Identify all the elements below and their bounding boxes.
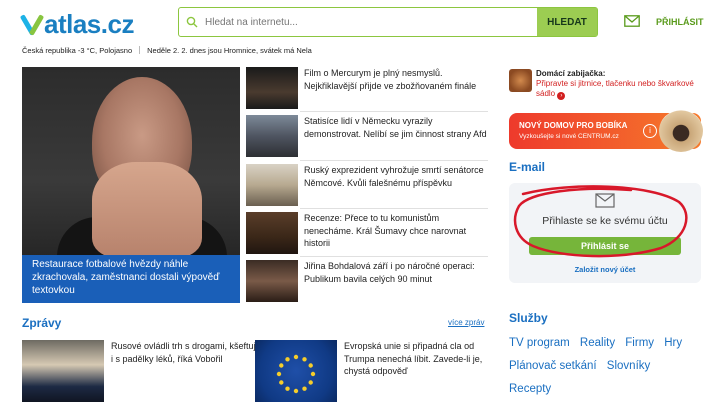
service-link-tv-program[interactable]: TV program <box>509 337 570 349</box>
feature-article[interactable]: Restaurace fotbalové hvězdy náhle zkrach… <box>22 67 240 303</box>
news-headline[interactable]: Rusové ovládli trh s drogami, kšeftují i… <box>111 340 261 402</box>
atlas-logo[interactable]: atlas.cz <box>19 9 134 39</box>
feature-photo <box>22 67 240 277</box>
news-item[interactable]: Ruský exprezident vyhrožuje smrtí senáto… <box>246 164 488 210</box>
info-bar: Česká republika -3 °C, Polojasno Neděle 2… <box>22 46 312 55</box>
news-headline[interactable]: Recenze: Přece to tu komunistům nenechám… <box>304 212 488 258</box>
zpravy-title[interactable]: Zprávy <box>22 316 61 330</box>
service-link-recepty[interactable]: Recepty <box>509 383 551 395</box>
arrow-icon: › <box>557 92 566 100</box>
news-thumbnail <box>246 260 298 302</box>
news-headline[interactable]: Jiřina Bohdalová září i po náročné opera… <box>304 260 488 306</box>
logo-mark-icon <box>19 12 45 36</box>
search-bar: HLEDAT <box>178 7 598 37</box>
mail-icon[interactable] <box>624 14 640 32</box>
zpravy-item[interactable]: Evropská unie si připadná cla od Trumpa … <box>255 340 494 402</box>
news-thumbnail <box>246 164 298 206</box>
promo-title: Domácí zabijačka: <box>536 69 606 78</box>
feature-caption[interactable]: Restaurace fotbalové hvězdy náhle zkrach… <box>22 255 240 303</box>
logo-text: atlas.cz <box>44 9 134 39</box>
red-scribble-annotation <box>513 185 688 258</box>
login-link[interactable]: PŘIHLÁSIT <box>656 17 704 27</box>
service-link-firmy[interactable]: Firmy <box>625 337 654 349</box>
create-account-link[interactable]: Založit nový účet <box>509 265 701 274</box>
sluzby-links: TV program Reality Firmy Hry Plánovač se… <box>509 332 709 401</box>
info-icon[interactable]: i <box>643 124 657 138</box>
news-headline[interactable]: Ruský exprezident vyhrožuje smrtí senáto… <box>304 164 488 210</box>
search-input[interactable] <box>205 8 537 36</box>
search-icon <box>179 8 205 36</box>
zpravy-item[interactable]: Rusové ovládli trh s drogami, kšeftují i… <box>22 340 261 402</box>
news-item[interactable]: Statisíce lidí v Německu vyrazily demons… <box>246 115 488 161</box>
news-item[interactable]: Recenze: Přece to tu komunistům nenechám… <box>246 212 488 258</box>
news-thumbnail <box>246 115 298 157</box>
bobik-banner[interactable]: NOVÝ DOMOV PRO BOBÍKA Vyzkoušejte si nov… <box>509 110 703 152</box>
more-news-link[interactable]: více zpráv <box>448 318 484 327</box>
news-thumbnail <box>246 67 298 109</box>
news-thumbnail <box>246 212 298 254</box>
nameday-text: Neděle 2. 2. dnes jsou Hromnice, svátek … <box>147 46 312 55</box>
news-thumbnail <box>22 340 104 402</box>
eu-flag-thumbnail <box>255 340 337 402</box>
service-link-reality[interactable]: Reality <box>580 337 615 349</box>
search-button[interactable]: HLEDAT <box>537 8 597 36</box>
news-item[interactable]: Film o Mercurym je plný nesmyslů. Nejkři… <box>246 67 488 113</box>
service-link-planovac[interactable]: Plánovač setkání <box>509 360 597 372</box>
news-headline[interactable]: Film o Mercurym je plný nesmyslů. Nejkři… <box>304 67 488 113</box>
promo-thumbnail <box>509 69 532 92</box>
dog-photo <box>659 110 703 152</box>
weather-text[interactable]: Česká republika -3 °C, Polojasno <box>22 46 132 55</box>
news-headline[interactable]: Statisíce lidí v Německu vyrazily demons… <box>304 115 488 161</box>
email-section-title[interactable]: E-mail <box>509 160 545 174</box>
news-item[interactable]: Jiřina Bohdalová září i po náročné opera… <box>246 260 488 306</box>
banner-subtitle: Vyzkoušejte si nové CENTRUM.cz <box>519 133 619 140</box>
sluzby-title[interactable]: Služby <box>509 311 548 325</box>
service-link-hry[interactable]: Hry <box>664 337 682 349</box>
zabijacka-promo[interactable]: Domácí zabijačka: Připravte si jitrnice,… <box>509 69 701 103</box>
service-link-slovniky[interactable]: Slovníky <box>607 360 650 372</box>
banner-title: NOVÝ DOMOV PRO BOBÍKA <box>519 121 628 130</box>
news-headline[interactable]: Evropská unie si připadná cla od Trumpa … <box>344 340 494 402</box>
